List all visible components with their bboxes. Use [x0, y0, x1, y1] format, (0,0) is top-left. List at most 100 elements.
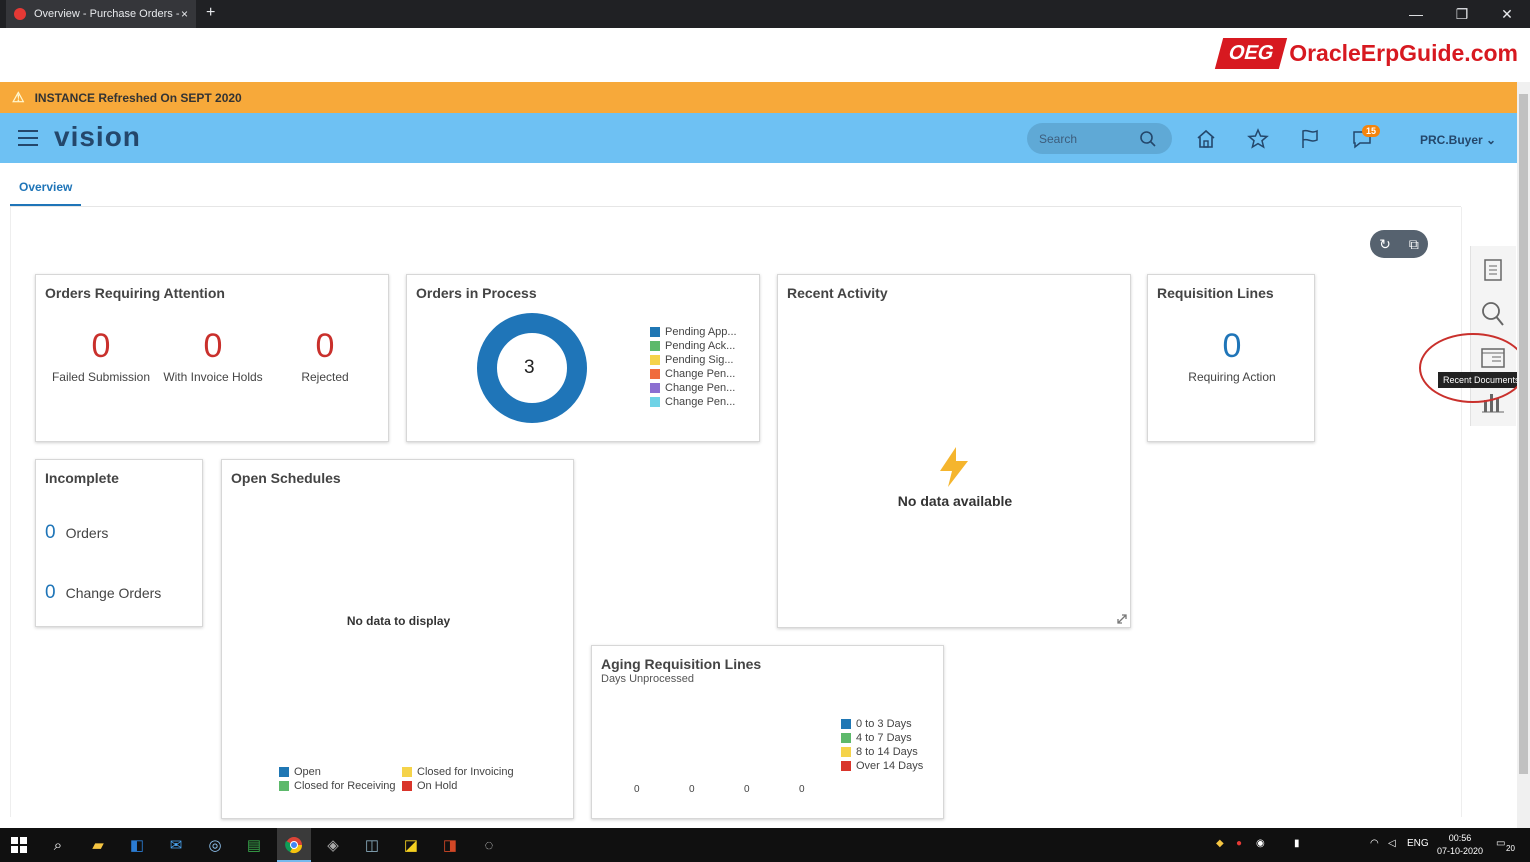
card-title: Aging Requisition Lines [601, 656, 762, 672]
orders-in-process-card: Orders in Process 3 Pending App... Pendin… [406, 274, 760, 442]
close-window-button[interactable]: ✕ [1484, 0, 1530, 28]
metric-label: Requiring Action [1188, 370, 1276, 384]
outlook-icon[interactable]: ◧ [126, 834, 148, 856]
watchlist-flag-icon[interactable] [1298, 127, 1322, 151]
requiring-action-metric[interactable]: 0 Requiring Action [1148, 327, 1316, 384]
browser-tab-title: Overview - Purchase Orders - Or [34, 8, 181, 20]
row-value: 0 [45, 582, 56, 603]
legend-item[interactable]: 0 to 3 Days [841, 717, 923, 731]
metric-value: 0 [1222, 327, 1242, 365]
system-clock[interactable]: 00:56 07-10-2020 [1437, 832, 1483, 858]
file-explorer-icon[interactable]: ▰ [87, 834, 109, 856]
favorites-star-icon[interactable] [1246, 127, 1270, 151]
legend-item: Closed for Receiving [279, 779, 396, 793]
tab-overview[interactable]: Overview [10, 180, 81, 207]
legend-item[interactable]: Over 14 Days [841, 759, 923, 773]
app-icon[interactable]: ◫ [361, 834, 383, 856]
oracle-favicon-icon [14, 8, 26, 20]
excel-icon[interactable]: ▤ [243, 834, 265, 856]
close-tab-icon[interactable]: × [181, 7, 188, 21]
search-panel-icon[interactable] [1480, 300, 1506, 328]
legend-item[interactable]: Change Pen... [650, 395, 737, 409]
tray-icon[interactable]: ◆ [1216, 838, 1224, 849]
legend-swatch [650, 341, 660, 351]
home-icon[interactable] [1194, 127, 1218, 151]
no-data-message: No data available [897, 493, 1013, 509]
invoice-holds-metric[interactable]: 0 With Invoice Holds [158, 327, 268, 384]
legend-label: 8 to 14 Days [856, 746, 918, 758]
rejected-metric[interactable]: 0 Rejected [270, 327, 380, 384]
expand-icon[interactable] [1116, 613, 1128, 625]
menu-icon[interactable] [18, 130, 38, 146]
card-title: Orders Requiring Attention [45, 285, 225, 301]
row-label: Orders [65, 525, 109, 541]
legend-item[interactable]: 4 to 7 Days [841, 731, 923, 745]
microphone-icon[interactable]: ▮ [1294, 838, 1300, 849]
legend-label: 4 to 7 Days [856, 732, 912, 744]
new-tab-button[interactable]: + [206, 4, 215, 22]
legend-item[interactable]: Pending Ack... [650, 339, 737, 353]
app-icon[interactable]: ◎ [204, 834, 226, 856]
notification-center-count: 20 [1506, 844, 1515, 853]
recent-activity-card: Recent Activity No data available [777, 274, 1131, 628]
legend-item[interactable]: Change Pen... [650, 381, 737, 395]
open-schedules-legend-right: Closed for Invoicing On Hold [402, 765, 514, 793]
legend-item: On Hold [402, 779, 514, 793]
app-icon[interactable]: ◈ [322, 834, 344, 856]
global-search[interactable] [1027, 123, 1172, 154]
annotation-circle [1419, 333, 1527, 403]
legend-item[interactable]: Pending App... [650, 325, 737, 339]
legend-item[interactable]: 8 to 14 Days [841, 745, 923, 759]
aging-value-2: 0 [689, 784, 695, 795]
legend-label: Pending Sig... [665, 354, 734, 366]
card-title: Orders in Process [416, 285, 537, 301]
instance-banner: ⚠ INSTANCE Refreshed On SEPT 2020 [0, 82, 1517, 113]
app-icon[interactable]: ◌ [478, 834, 500, 856]
copy-icon[interactable]: ⧉ [1409, 236, 1419, 253]
minimize-button[interactable]: — [1393, 0, 1439, 28]
legend-item[interactable]: Change Pen... [650, 367, 737, 381]
brand-logo[interactable]: vision [54, 121, 141, 153]
taskbar-search-icon[interactable]: ⌕ [47, 834, 69, 856]
failed-submission-metric[interactable]: 0 Failed Submission [46, 327, 156, 384]
app-header: vision 15 PRC.Buyer ⌄ [0, 113, 1517, 163]
metric-label: Failed Submission [51, 370, 151, 384]
tray-icon[interactable]: ◉ [1256, 838, 1265, 849]
aging-value-1: 0 [634, 784, 640, 795]
legend-item: Open [279, 765, 396, 779]
warning-icon: ⚠ [12, 89, 25, 105]
restore-button[interactable]: ❐ [1439, 0, 1485, 28]
refresh-icon[interactable]: ↻ [1379, 236, 1391, 253]
sticky-notes-icon[interactable]: ◪ [400, 834, 422, 856]
language-indicator[interactable]: ENG [1407, 838, 1429, 849]
row-value: 0 [45, 522, 56, 543]
aging-legend: 0 to 3 Days 4 to 7 Days 8 to 14 Days Over 1… [841, 717, 923, 773]
notification-center-icon[interactable]: ▭ [1496, 838, 1505, 849]
incomplete-change-orders-row[interactable]: 0 Change Orders [45, 582, 161, 604]
wifi-icon[interactable]: ◠ [1370, 838, 1379, 849]
scrollbar-thumb[interactable] [1519, 94, 1528, 774]
card-title: Open Schedules [231, 470, 341, 486]
legend-item[interactable]: Pending Sig... [650, 353, 737, 367]
browser-tab[interactable]: Overview - Purchase Orders - Or × [6, 0, 196, 28]
legend-swatch [841, 719, 851, 729]
chevron-down-icon: ⌄ [1486, 133, 1497, 147]
clock-date: 07-10-2020 [1437, 846, 1484, 856]
page-scrollbar[interactable] [1517, 82, 1530, 828]
volume-icon[interactable]: ◁ [1388, 838, 1396, 849]
windows-start-icon[interactable] [8, 834, 30, 856]
aging-value-4: 0 [799, 784, 805, 795]
row-label: Change Orders [65, 585, 162, 601]
page-actions: ↻ ⧉ [1370, 230, 1428, 258]
mail-icon[interactable]: ✉ [165, 834, 187, 856]
powerpoint-icon[interactable]: ◨ [439, 834, 461, 856]
search-icon[interactable] [1139, 130, 1157, 148]
incomplete-orders-row[interactable]: 0 Orders [45, 522, 108, 544]
user-menu[interactable]: PRC.Buyer ⌄ [1420, 133, 1496, 147]
search-input[interactable] [1039, 131, 1139, 146]
chrome-icon[interactable] [283, 834, 305, 856]
legend-swatch [650, 397, 660, 407]
tray-icon[interactable]: ● [1236, 838, 1242, 849]
lightning-icon [940, 447, 968, 487]
document-icon[interactable] [1480, 256, 1506, 284]
